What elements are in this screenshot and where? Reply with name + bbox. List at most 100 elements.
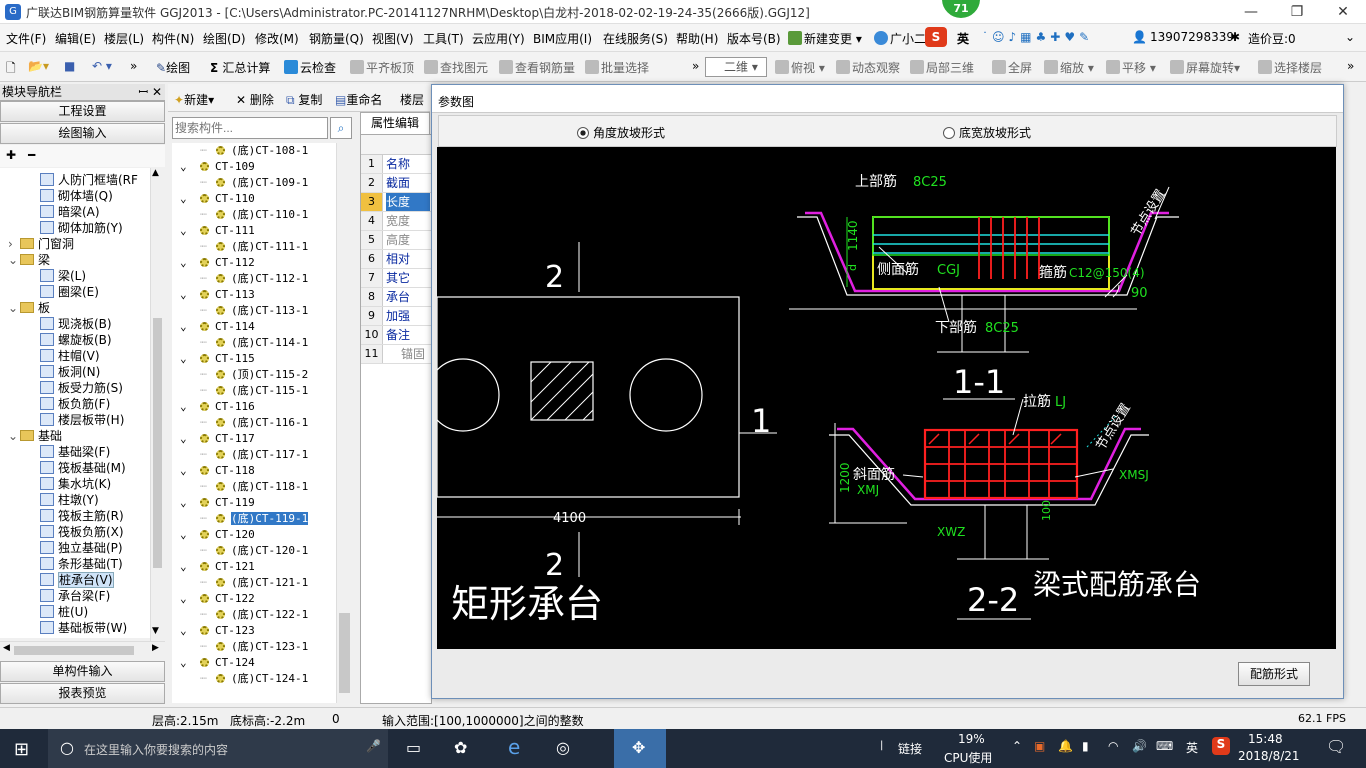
- clock-date[interactable]: 2018/8/21: [1238, 749, 1300, 763]
- list-scroll-thumb[interactable]: [339, 613, 350, 693]
- copy-component-button[interactable]: ⧉ 复制: [286, 91, 322, 108]
- scroll-left-icon[interactable]: ◀: [3, 643, 10, 653]
- keyboard-icon[interactable]: ⌨: [1156, 739, 1173, 753]
- user-icon[interactable]: 👤: [1132, 30, 1147, 44]
- single-component-button[interactable]: 单构件输入: [0, 661, 165, 682]
- menu-bim[interactable]: BIM应用(I): [533, 30, 592, 47]
- expand-icon[interactable]: ⌄: [180, 591, 187, 607]
- menu-online[interactable]: 在线服务(S): [603, 30, 668, 47]
- open-folder-icon[interactable]: 📂▾: [28, 59, 49, 73]
- menu-modify[interactable]: 修改(M): [255, 30, 299, 47]
- undo-icon[interactable]: ↶ ▾: [92, 59, 112, 73]
- user-phone[interactable]: 13907298339: [1150, 30, 1234, 44]
- tree-folder[interactable]: ⌄ 基础: [8, 428, 62, 444]
- tray-sogou-icon[interactable]: S: [1212, 737, 1230, 755]
- component-sub-item[interactable]: ┈ (底)CT-110-1: [200, 207, 308, 223]
- component-item[interactable]: ⌄ CT-117: [180, 431, 255, 447]
- tree-item[interactable]: 螺旋板(B): [40, 332, 112, 348]
- top-view-button[interactable]: 俯视 ▾: [775, 59, 825, 76]
- property-row[interactable]: 5 高度: [361, 231, 431, 250]
- component-item[interactable]: ⌄ CT-110: [180, 191, 255, 207]
- local-3d-button[interactable]: 局部三维: [910, 59, 974, 76]
- tree-item[interactable]: 桩(U): [40, 604, 88, 620]
- component-sub-item[interactable]: ┈ (底)CT-117-1: [200, 447, 308, 463]
- tree-folder[interactable]: ⌄ 梁: [8, 252, 50, 268]
- expand-icon[interactable]: ⌄: [180, 351, 187, 367]
- report-preview-button[interactable]: 报表预览: [0, 683, 165, 704]
- ie-browser-icon[interactable]: e: [508, 735, 520, 759]
- component-item[interactable]: ⌄ CT-112: [180, 255, 255, 271]
- scroll-up-icon[interactable]: ▲: [152, 168, 159, 178]
- cloud-check-button[interactable]: 云检查: [284, 59, 336, 76]
- property-row[interactable]: 7 其它: [361, 269, 431, 288]
- tree-item[interactable]: 板负筋(F): [40, 396, 110, 412]
- expand-icon[interactable]: ⌄: [180, 159, 187, 175]
- component-item[interactable]: ⌄ CT-113: [180, 287, 255, 303]
- tree-item[interactable]: 板洞(N): [40, 364, 100, 380]
- floor-button[interactable]: 楼层: [400, 91, 424, 108]
- expand-icon[interactable]: ⌄: [180, 463, 187, 479]
- app-notify-icon[interactable]: ◎: [556, 738, 570, 757]
- component-sub-item[interactable]: ┈ (顶)CT-115-2: [200, 367, 308, 383]
- notification-center-icon[interactable]: 🗨: [1326, 737, 1346, 756]
- menu-cloud[interactable]: 云应用(Y): [472, 30, 525, 47]
- collapse-all-icon[interactable]: ━: [28, 148, 35, 162]
- property-tab[interactable]: 属性编辑: [360, 112, 430, 134]
- price-beans[interactable]: 造价豆:0: [1248, 30, 1296, 47]
- property-row[interactable]: 9 加强: [361, 307, 431, 326]
- fan-app-icon[interactable]: ✿: [454, 738, 467, 757]
- taskbar-search[interactable]: ○ 在这里输入你要搜索的内容 🎤: [48, 729, 388, 768]
- component-sub-item[interactable]: ┈ (底)CT-124-1: [200, 671, 308, 687]
- tree-item[interactable]: 现浇板(B): [40, 316, 112, 332]
- select-floor-button[interactable]: 选择楼层: [1258, 59, 1322, 76]
- property-row[interactable]: 4 宽度: [361, 212, 431, 231]
- microphone-icon[interactable]: 🎤: [366, 739, 381, 753]
- component-item[interactable]: ⌄ CT-116: [180, 399, 255, 415]
- expand-icon[interactable]: ⌄: [180, 191, 187, 207]
- windows-start-icon[interactable]: ⊞: [14, 739, 29, 760]
- expand-icon[interactable]: ⌄: [180, 527, 187, 543]
- align-top-button[interactable]: 平齐板顶: [350, 59, 414, 76]
- search-icon[interactable]: ⌕: [330, 117, 352, 139]
- task-view-icon[interactable]: ▭: [406, 738, 421, 757]
- component-item[interactable]: ⌄ CT-111: [180, 223, 255, 239]
- restore-button[interactable]: ❐: [1274, 0, 1320, 24]
- property-row[interactable]: 8 承台: [361, 288, 431, 307]
- tree-item[interactable]: 砌体加筋(Y): [40, 220, 123, 236]
- component-item[interactable]: ⌄ CT-124: [180, 655, 255, 671]
- view-rebar-button[interactable]: 查看钢筋量: [499, 59, 575, 76]
- zoom-button[interactable]: 缩放 ▾: [1044, 59, 1094, 76]
- component-sub-item[interactable]: ┈ (底)CT-116-1: [200, 415, 308, 431]
- tree-item[interactable]: 集水坑(K): [40, 476, 111, 492]
- tray-expand-icon[interactable]: ⌃: [1012, 739, 1022, 753]
- scroll-down-icon[interactable]: ▼: [152, 626, 159, 636]
- find-element-button[interactable]: 查找图元: [424, 59, 488, 76]
- tree-item[interactable]: 基础梁(F): [40, 444, 110, 460]
- draw-button[interactable]: ✎绘图: [156, 59, 190, 76]
- clock-time[interactable]: 15:48: [1248, 732, 1283, 746]
- menu-tools[interactable]: 工具(T): [423, 30, 464, 47]
- menu-file[interactable]: 文件(F): [6, 30, 46, 47]
- tree-folder[interactable]: › 门窗洞: [8, 236, 74, 252]
- rebar-form-button[interactable]: 配筋形式: [1238, 662, 1310, 686]
- volume-icon[interactable]: 🔊: [1132, 739, 1147, 753]
- dynamic-view-button[interactable]: 动态观察: [836, 59, 900, 76]
- menu-view[interactable]: 视图(V): [372, 30, 414, 47]
- component-sub-item[interactable]: ┈ (底)CT-115-1: [200, 383, 308, 399]
- expand-icon[interactable]: ⌄: [180, 559, 187, 575]
- component-sub-item[interactable]: ┈ (底)CT-120-1: [200, 543, 308, 559]
- property-row[interactable]: 1 名称: [361, 155, 431, 174]
- network-icon[interactable]: ◠: [1108, 739, 1118, 753]
- toolbar-more-icon[interactable]: »: [130, 59, 137, 73]
- component-sub-item[interactable]: ┈ (底)CT-113-1: [200, 303, 308, 319]
- expand-icon[interactable]: ⌄: [180, 255, 187, 271]
- tree-toggle-icon[interactable]: ›: [8, 236, 20, 252]
- taskbar-link[interactable]: 链接: [898, 740, 922, 757]
- component-sub-item[interactable]: ┈ (底)CT-109-1: [200, 175, 308, 191]
- tree-folder[interactable]: ⌄ 板: [8, 300, 50, 316]
- menu-draw[interactable]: 绘图(D): [203, 30, 246, 47]
- tree-toggle-icon[interactable]: ⌄: [8, 300, 20, 316]
- pin-close-icon[interactable]: ꟷ ✕: [138, 84, 162, 100]
- save-icon[interactable]: ■: [64, 59, 75, 73]
- tray-bell-icon[interactable]: 🔔: [1058, 739, 1073, 753]
